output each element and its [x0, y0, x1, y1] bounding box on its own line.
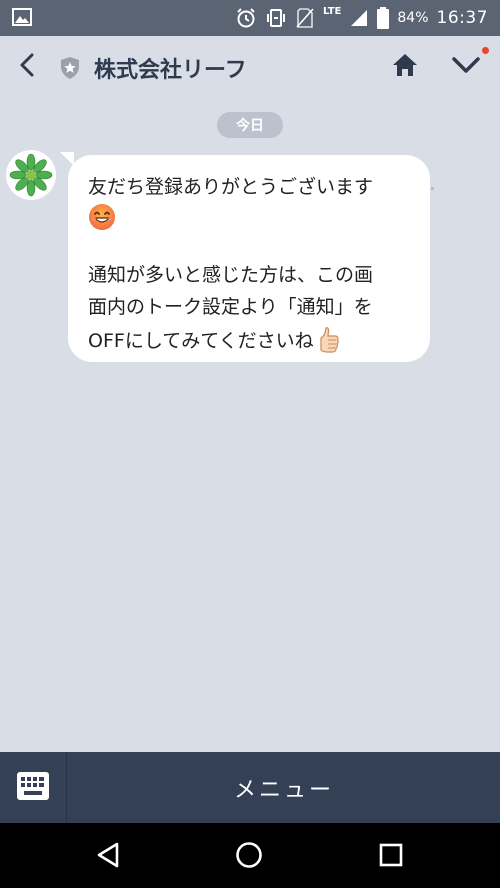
vibrate-icon	[265, 7, 287, 29]
bottom-menu-bar: メニュー	[0, 752, 500, 823]
nav-back-button[interactable]	[88, 837, 128, 877]
message-line: OFFにしてみてくださいね	[88, 330, 314, 352]
message-line-with-emoji: OFFにしてみてくださいね	[88, 327, 410, 355]
clock-time: 16:37	[436, 8, 488, 28]
leaf-logo-icon	[9, 153, 53, 197]
lte-icon: LTE	[323, 6, 342, 17]
back-button[interactable]	[12, 52, 42, 82]
battery-percent: 84%	[397, 10, 429, 26]
home-button[interactable]	[388, 51, 422, 83]
thumbs-up-emoji	[318, 326, 340, 356]
nav-home-button[interactable]	[229, 837, 269, 877]
message-bubble[interactable]: 友だち登録ありがとうございます 通知が多いと感じた方は、この画 面内のトーク設定…	[68, 155, 430, 362]
home-circle-icon	[235, 841, 263, 873]
nav-recents-button[interactable]	[371, 837, 411, 877]
keyboard-toggle-button[interactable]	[0, 752, 67, 823]
image-icon	[12, 8, 32, 26]
chevron-down-icon	[451, 55, 481, 79]
alarm-icon	[235, 7, 257, 29]
chat-header: 株式会社リーフ	[0, 36, 500, 98]
keyboard-icon	[17, 771, 49, 804]
bubble-separator-dot	[431, 187, 434, 190]
grinning-face-emoji	[88, 201, 410, 235]
message-line: 友だち登録ありがとうございます	[88, 176, 374, 198]
recents-square-icon	[379, 843, 403, 871]
date-separator: 今日	[217, 112, 283, 138]
chat-menu-button[interactable]	[448, 51, 484, 83]
android-nav-bar	[0, 823, 500, 888]
rich-menu-button[interactable]: メニュー	[68, 752, 500, 823]
shield-star-icon	[58, 56, 82, 80]
status-bar: LTE 84% 16:37	[0, 0, 500, 36]
message-line: 通知が多いと感じた方は、この画	[88, 264, 374, 286]
chat-title: 株式会社リーフ	[94, 58, 247, 83]
message-line: 面内のトーク設定より「通知」を	[88, 296, 373, 318]
back-triangle-icon	[95, 841, 121, 873]
sender-avatar[interactable]	[6, 150, 56, 200]
chevron-left-icon	[18, 52, 36, 82]
battery-icon	[377, 7, 390, 29]
no-sim-icon	[295, 7, 315, 29]
notification-dot	[482, 47, 489, 54]
signal-icon	[349, 8, 369, 28]
home-icon	[391, 52, 419, 82]
